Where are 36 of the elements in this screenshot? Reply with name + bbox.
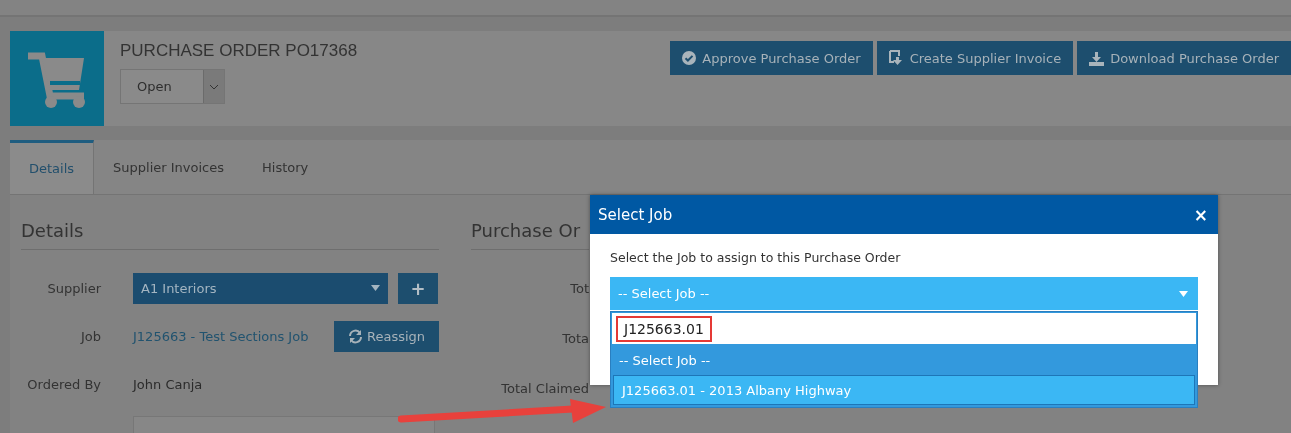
status-select[interactable]: Open bbox=[120, 69, 225, 104]
action-button[interactable]: Approve Purchase Order bbox=[670, 41, 873, 75]
reassign-button[interactable]: Reassign bbox=[334, 320, 439, 352]
supplier-select[interactable]: A1 Interiors bbox=[133, 272, 388, 304]
tab[interactable]: Details bbox=[10, 140, 95, 194]
dropdown-option[interactable]: J125663.01 - 2013 Albany Highway bbox=[613, 375, 1195, 405]
dropdown-option[interactable]: -- Select Job -- bbox=[611, 345, 1197, 375]
caret-icon bbox=[371, 285, 380, 291]
dialog-prompt: Select the Job to assign to this Purchase Order bbox=[610, 250, 902, 265]
job-link[interactable]: J125663 - Test Sections Job bbox=[133, 328, 309, 344]
refresh-icon bbox=[347, 328, 363, 344]
field-label: Total Claimed bbox=[500, 380, 589, 398]
download-icon bbox=[1089, 50, 1105, 66]
check-circle-icon bbox=[682, 51, 697, 65]
section-heading: Purchase Or bbox=[471, 195, 589, 250]
add-button[interactable]: + bbox=[398, 272, 438, 304]
field-label: Tot bbox=[569, 280, 589, 298]
field-label: Tota bbox=[561, 330, 589, 348]
field-label: Job bbox=[79, 328, 101, 344]
field-label: Ordered By bbox=[26, 376, 101, 392]
action-button[interactable]: Download Purchase Order bbox=[1077, 41, 1291, 75]
search-field[interactable]: J125663.01 bbox=[612, 313, 1196, 344]
action-button[interactable]: Create Supplier Invoice bbox=[876, 41, 1074, 75]
tab[interactable]: Supplier Invoices bbox=[94, 140, 244, 194]
chevron-down-icon bbox=[209, 83, 219, 90]
close-button[interactable]: × bbox=[1193, 204, 1208, 225]
caret-icon bbox=[1179, 290, 1188, 297]
section-heading: Details bbox=[21, 195, 439, 250]
field-value: John Canja bbox=[133, 376, 203, 392]
page-title: PURCHASE ORDER PO17368 bbox=[120, 41, 358, 61]
tab[interactable]: History bbox=[243, 140, 328, 194]
input-field[interactable] bbox=[133, 416, 435, 433]
document-arrow-icon bbox=[888, 50, 904, 66]
dialog-title: Select Job bbox=[598, 205, 673, 224]
job-select[interactable]: -- Select Job -- bbox=[610, 277, 1198, 310]
field-label: Supplier bbox=[46, 280, 101, 296]
